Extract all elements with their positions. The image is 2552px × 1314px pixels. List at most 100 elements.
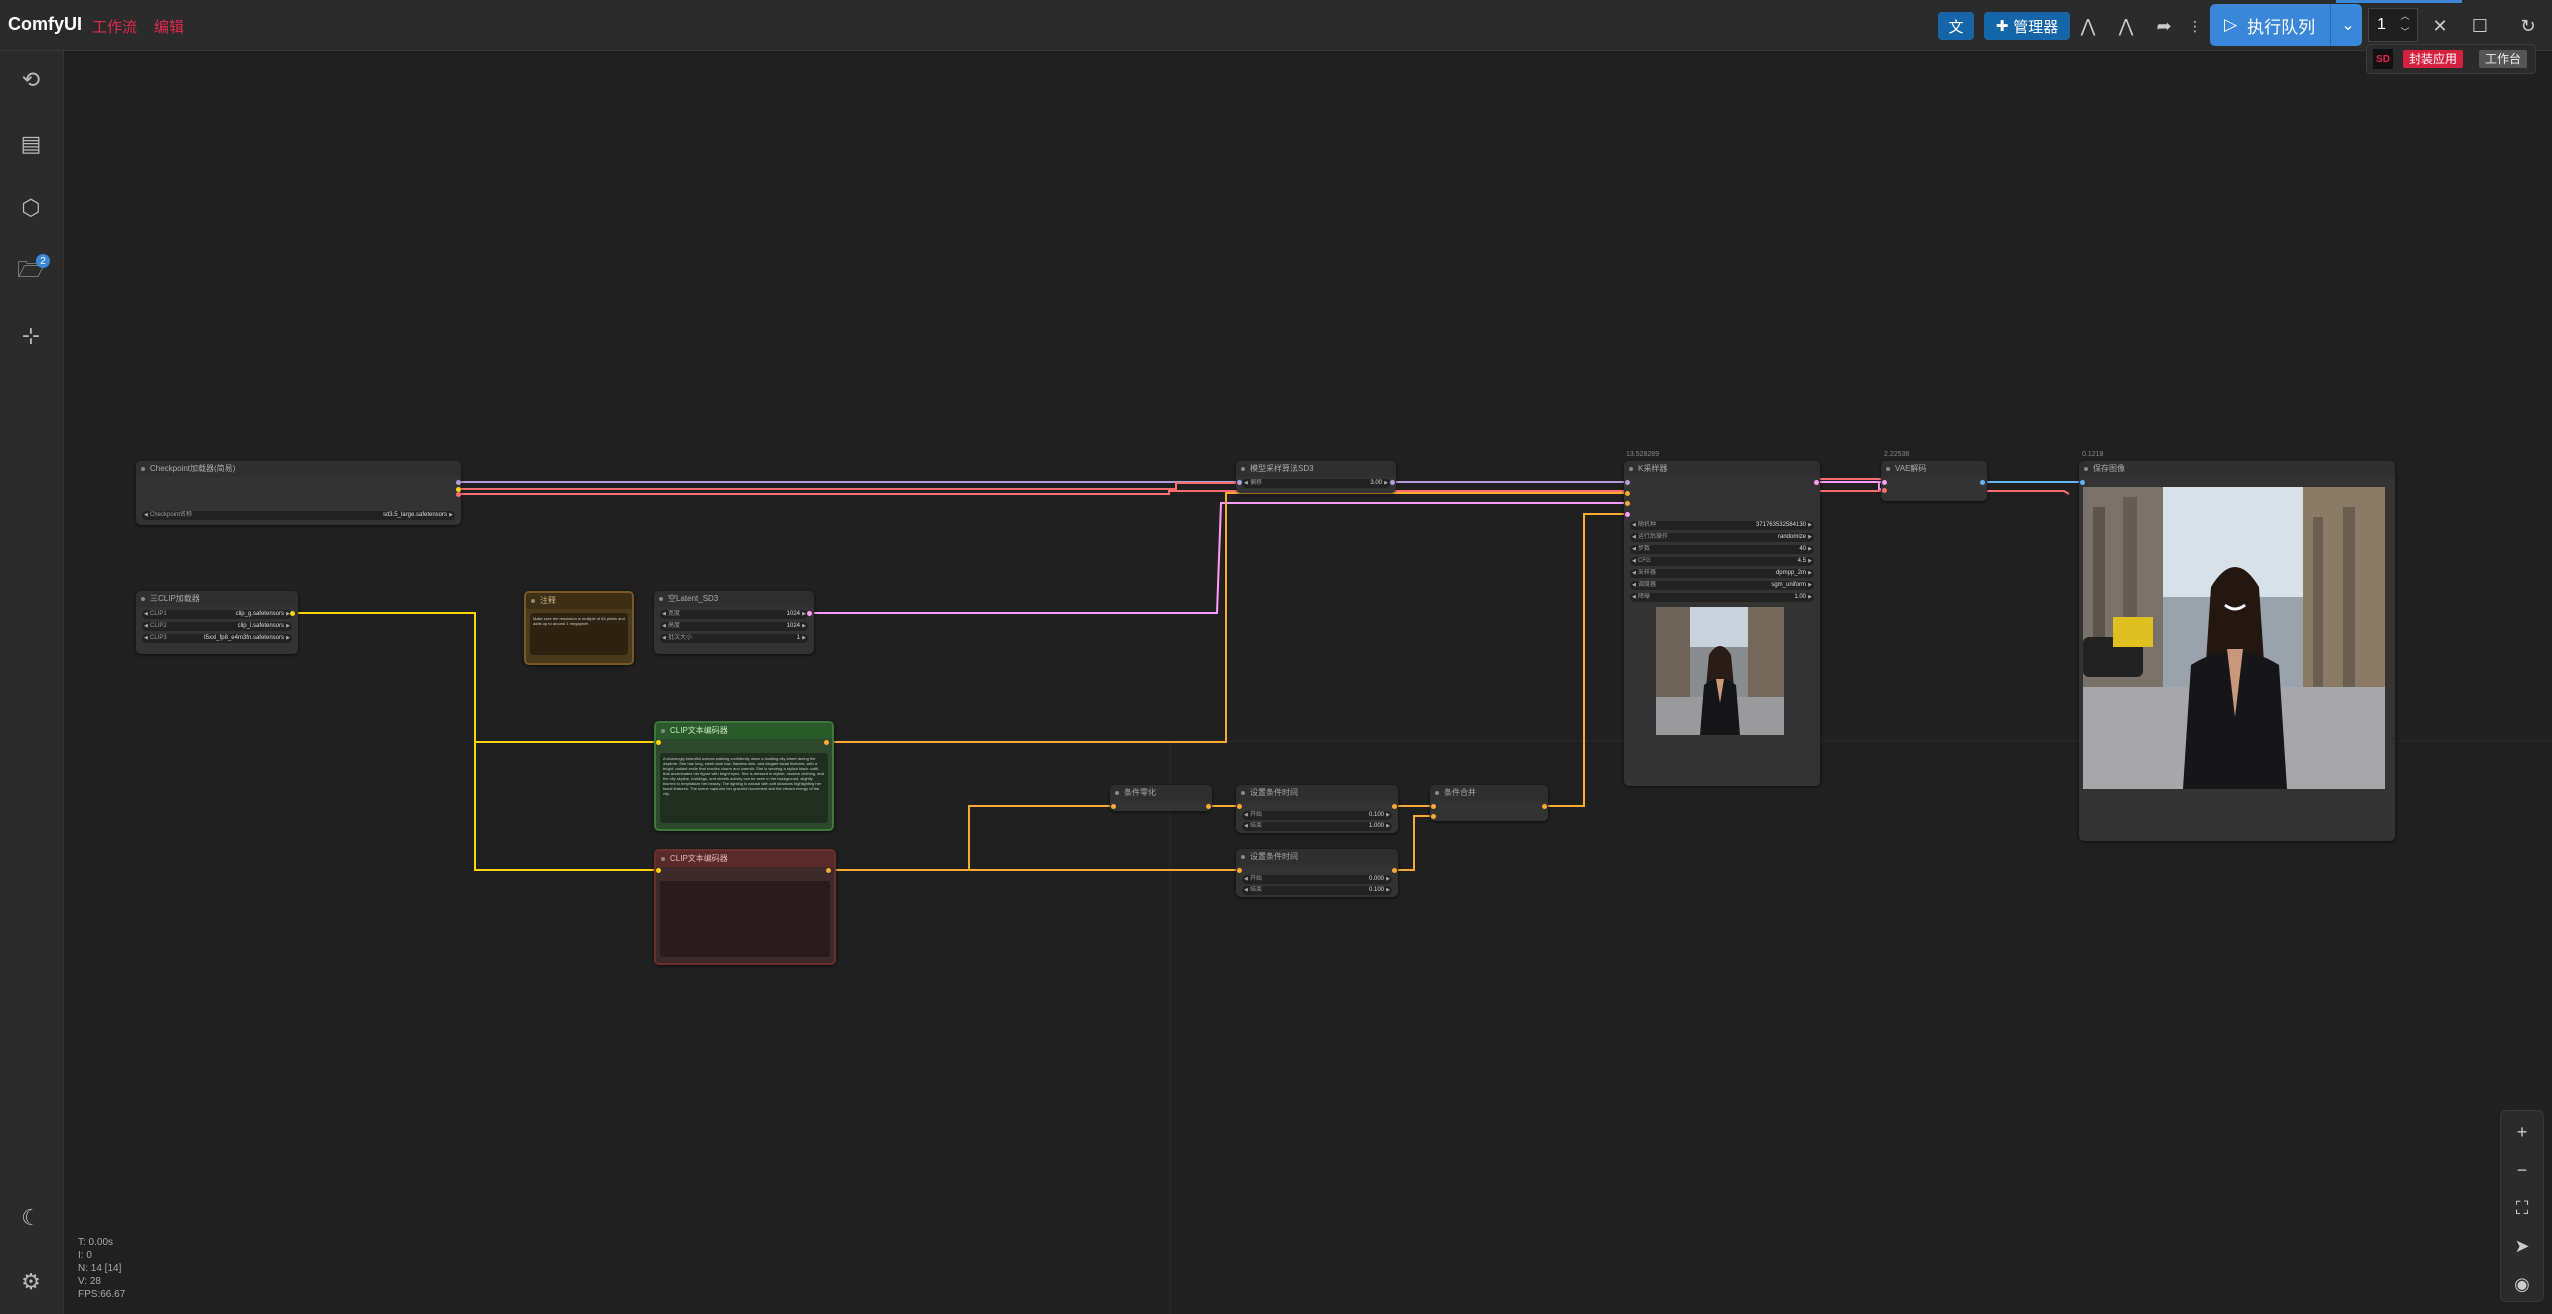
ksampler-node[interactable]: K采样器 随机种 371763532584130 运行后操作 randomize 步… <box>1624 461 1820 786</box>
decrement-icon[interactable]: ﹀ <box>2398 24 2412 38</box>
images-input-slot[interactable] <box>2080 480 2085 485</box>
vae-decode-node[interactable]: VAE解码 <box>1881 461 1987 501</box>
conditioning-input-slot[interactable] <box>1237 868 1242 873</box>
conditioning-zero-out-node[interactable]: 条件零化 <box>1110 785 1212 811</box>
conditioning-output-slot[interactable] <box>824 740 829 745</box>
model-sampling-node[interactable]: 模型采样算法SD3 偏移 3.00 <box>1236 461 1396 493</box>
output-image[interactable] <box>2083 487 2385 789</box>
start-widget[interactable]: 开始 0.100 <box>1242 811 1392 820</box>
conditioning-input-slot[interactable] <box>1237 804 1242 809</box>
chevron-down-icon[interactable]: ⌄ <box>2330 4 2365 46</box>
drag-handle-icon[interactable]: ⋮ <box>2188 12 2202 40</box>
clip-input-slot[interactable] <box>656 868 661 873</box>
width-widget[interactable]: 宽度 1024 <box>660 610 808 619</box>
square-icon[interactable]: ☐ <box>2466 12 2494 40</box>
checkpoint-loader-node[interactable]: Checkpoint加载器(简易) Checkpoint名称 sd3.5_lar… <box>136 461 461 525</box>
start-widget[interactable]: 开始 0.000 <box>1242 875 1392 884</box>
clip2-widget[interactable]: CLIP2 clip_l.safetensors <box>142 622 292 631</box>
save-image-node[interactable]: 保存图像 <box>2079 461 2395 841</box>
samples-input-slot[interactable] <box>1882 480 1887 485</box>
cfg-widget[interactable]: CFG 4.5 <box>1630 557 1814 566</box>
batch-size-widget[interactable]: 批次大小 1 <box>660 634 808 643</box>
menu-workflow[interactable]: 工作流 <box>92 16 137 37</box>
clip1-widget[interactable]: CLIP1 clip_g.safetensors <box>142 610 292 619</box>
end-widget[interactable]: 结束 1.000 <box>1242 822 1392 831</box>
play-icon: ▷ <box>2224 15 2238 34</box>
scheduler-widget[interactable]: 调度器 sgm_uniform <box>1630 581 1814 590</box>
moon-icon[interactable]: ☾ <box>18 1205 44 1231</box>
positive-prompt-node[interactable]: CLIP文本编码器 A stunningly beautiful woman w… <box>654 721 834 831</box>
image-output-slot[interactable] <box>1980 480 1985 485</box>
settings-icon[interactable]: ⚙ <box>18 1269 44 1295</box>
height-widget[interactable]: 高度 1024 <box>660 622 808 631</box>
model-input-slot[interactable] <box>1237 480 1242 485</box>
timestep-range-node-2[interactable]: 设置条件时间 开始 0.000 结束 0.100 <box>1236 849 1398 897</box>
model-output-slot[interactable] <box>1390 480 1395 485</box>
model-input-slot[interactable] <box>1625 480 1630 485</box>
model-output-slot[interactable] <box>456 480 461 485</box>
note-text[interactable]: Make sure the resolution is multiple of … <box>530 613 628 655</box>
bridge-icon[interactable]: ⋀ <box>2112 12 2140 40</box>
locate-icon[interactable]: ➤ <box>2509 1233 2535 1259</box>
node-title: CLIP文本编码器 <box>656 723 832 739</box>
stat-time: T: 0.00s <box>78 1237 114 1248</box>
zoom-in-icon[interactable]: + <box>2509 1119 2535 1145</box>
close-icon[interactable]: ✕ <box>2426 12 2454 40</box>
seed-widget[interactable]: 随机种 371763532584130 <box>1630 521 1814 530</box>
denoise-widget[interactable]: 降噪 1.00 <box>1630 593 1814 602</box>
workflow-tree-icon[interactable]: ⊹ <box>18 323 44 349</box>
positive-input-slot[interactable] <box>1625 491 1630 496</box>
translate-icon: 文 <box>1948 18 1964 36</box>
latent-output-slot[interactable] <box>1814 480 1819 485</box>
latent-input-slot[interactable] <box>1625 512 1630 517</box>
eye-icon[interactable]: ◉ <box>2509 1271 2535 1297</box>
document-icon[interactable]: ▤ <box>18 131 44 157</box>
negative-conditioning-link <box>1545 513 1627 807</box>
conditioning-input-slot[interactable] <box>1111 804 1116 809</box>
positive-prompt-text[interactable]: A stunningly beautiful woman walking con… <box>660 753 828 823</box>
cube-icon[interactable]: ⬡ <box>18 195 44 221</box>
increment-icon[interactable]: ︿ <box>2398 8 2412 22</box>
negative-prompt-text[interactable] <box>660 881 830 957</box>
widget-label: 批次大小 <box>668 635 693 641</box>
end-widget[interactable]: 结束 0.100 <box>1242 886 1392 895</box>
clip3-widget[interactable]: CLIP3 t5xxl_fp8_e4m3fn.safetensors <box>142 634 292 643</box>
conditioning-1-input-slot[interactable] <box>1431 804 1436 809</box>
conditioning-output-slot[interactable] <box>1392 868 1397 873</box>
graph-canvas[interactable]: Checkpoint加载器(简易) Checkpoint名称 sd3.5_lar… <box>64 51 2552 1314</box>
conditioning-output-slot[interactable] <box>1206 804 1211 809</box>
node-title: 注释 <box>526 593 632 609</box>
vae-output-slot[interactable] <box>456 492 461 497</box>
conditioning-output-slot[interactable] <box>826 868 831 873</box>
negative-input-slot[interactable] <box>1625 501 1630 506</box>
node-title: 三CLIP加载器 <box>136 591 298 607</box>
empty-latent-node[interactable]: 空Latent_SD3 宽度 1024 高度 1024 批次大小 1 <box>654 591 814 654</box>
note-node[interactable]: 注释 Make sure the resolution is multiple … <box>524 591 634 665</box>
latent-output-slot[interactable] <box>807 611 812 616</box>
manager-button[interactable]: ✚ 管理器 <box>1984 12 2070 40</box>
timestep-range-node-1[interactable]: 设置条件时间 开始 0.100 结束 1.000 <box>1236 785 1398 833</box>
control-after-generate-widget[interactable]: 运行后操作 randomize <box>1630 533 1814 542</box>
steps-widget[interactable]: 步数 40 <box>1630 545 1814 554</box>
shift-widget[interactable]: 偏移 3.00 <box>1242 479 1390 488</box>
ckpt-name-widget[interactable]: Checkpoint名称 sd3.5_large.safetensors <box>142 511 455 520</box>
clip-input-slot[interactable] <box>656 740 661 745</box>
conditioning-output-slot[interactable] <box>1392 804 1397 809</box>
clip-output-slot[interactable] <box>290 611 295 616</box>
sampler-widget[interactable]: 采样器 dpmpp_2m <box>1630 569 1814 578</box>
ksampler-preview-image[interactable] <box>1656 607 1784 735</box>
negative-prompt-node[interactable]: CLIP文本编码器 <box>654 849 836 965</box>
triple-clip-loader-node[interactable]: 三CLIP加载器 CLIP1 clip_g.safetensors CLIP2 cl… <box>136 591 298 654</box>
refresh-icon[interactable]: ↻ <box>2514 12 2542 40</box>
menu-edit[interactable]: 编辑 <box>154 16 184 37</box>
history-icon[interactable]: ⟲ <box>18 67 44 93</box>
conditioning-combine-node[interactable]: 条件合并 <box>1430 785 1548 821</box>
zoom-out-icon[interactable]: − <box>2509 1157 2535 1183</box>
conditioning-output-slot[interactable] <box>1542 804 1547 809</box>
share-icon[interactable]: ➦ <box>2150 12 2178 40</box>
conditioning-2-input-slot[interactable] <box>1431 814 1436 819</box>
compare-icon[interactable]: ⋀ <box>2074 12 2102 40</box>
vae-input-slot[interactable] <box>1882 488 1887 493</box>
translate-button[interactable]: 文 <box>1938 12 1974 40</box>
fit-view-icon[interactable]: ⛶ <box>2509 1195 2535 1221</box>
